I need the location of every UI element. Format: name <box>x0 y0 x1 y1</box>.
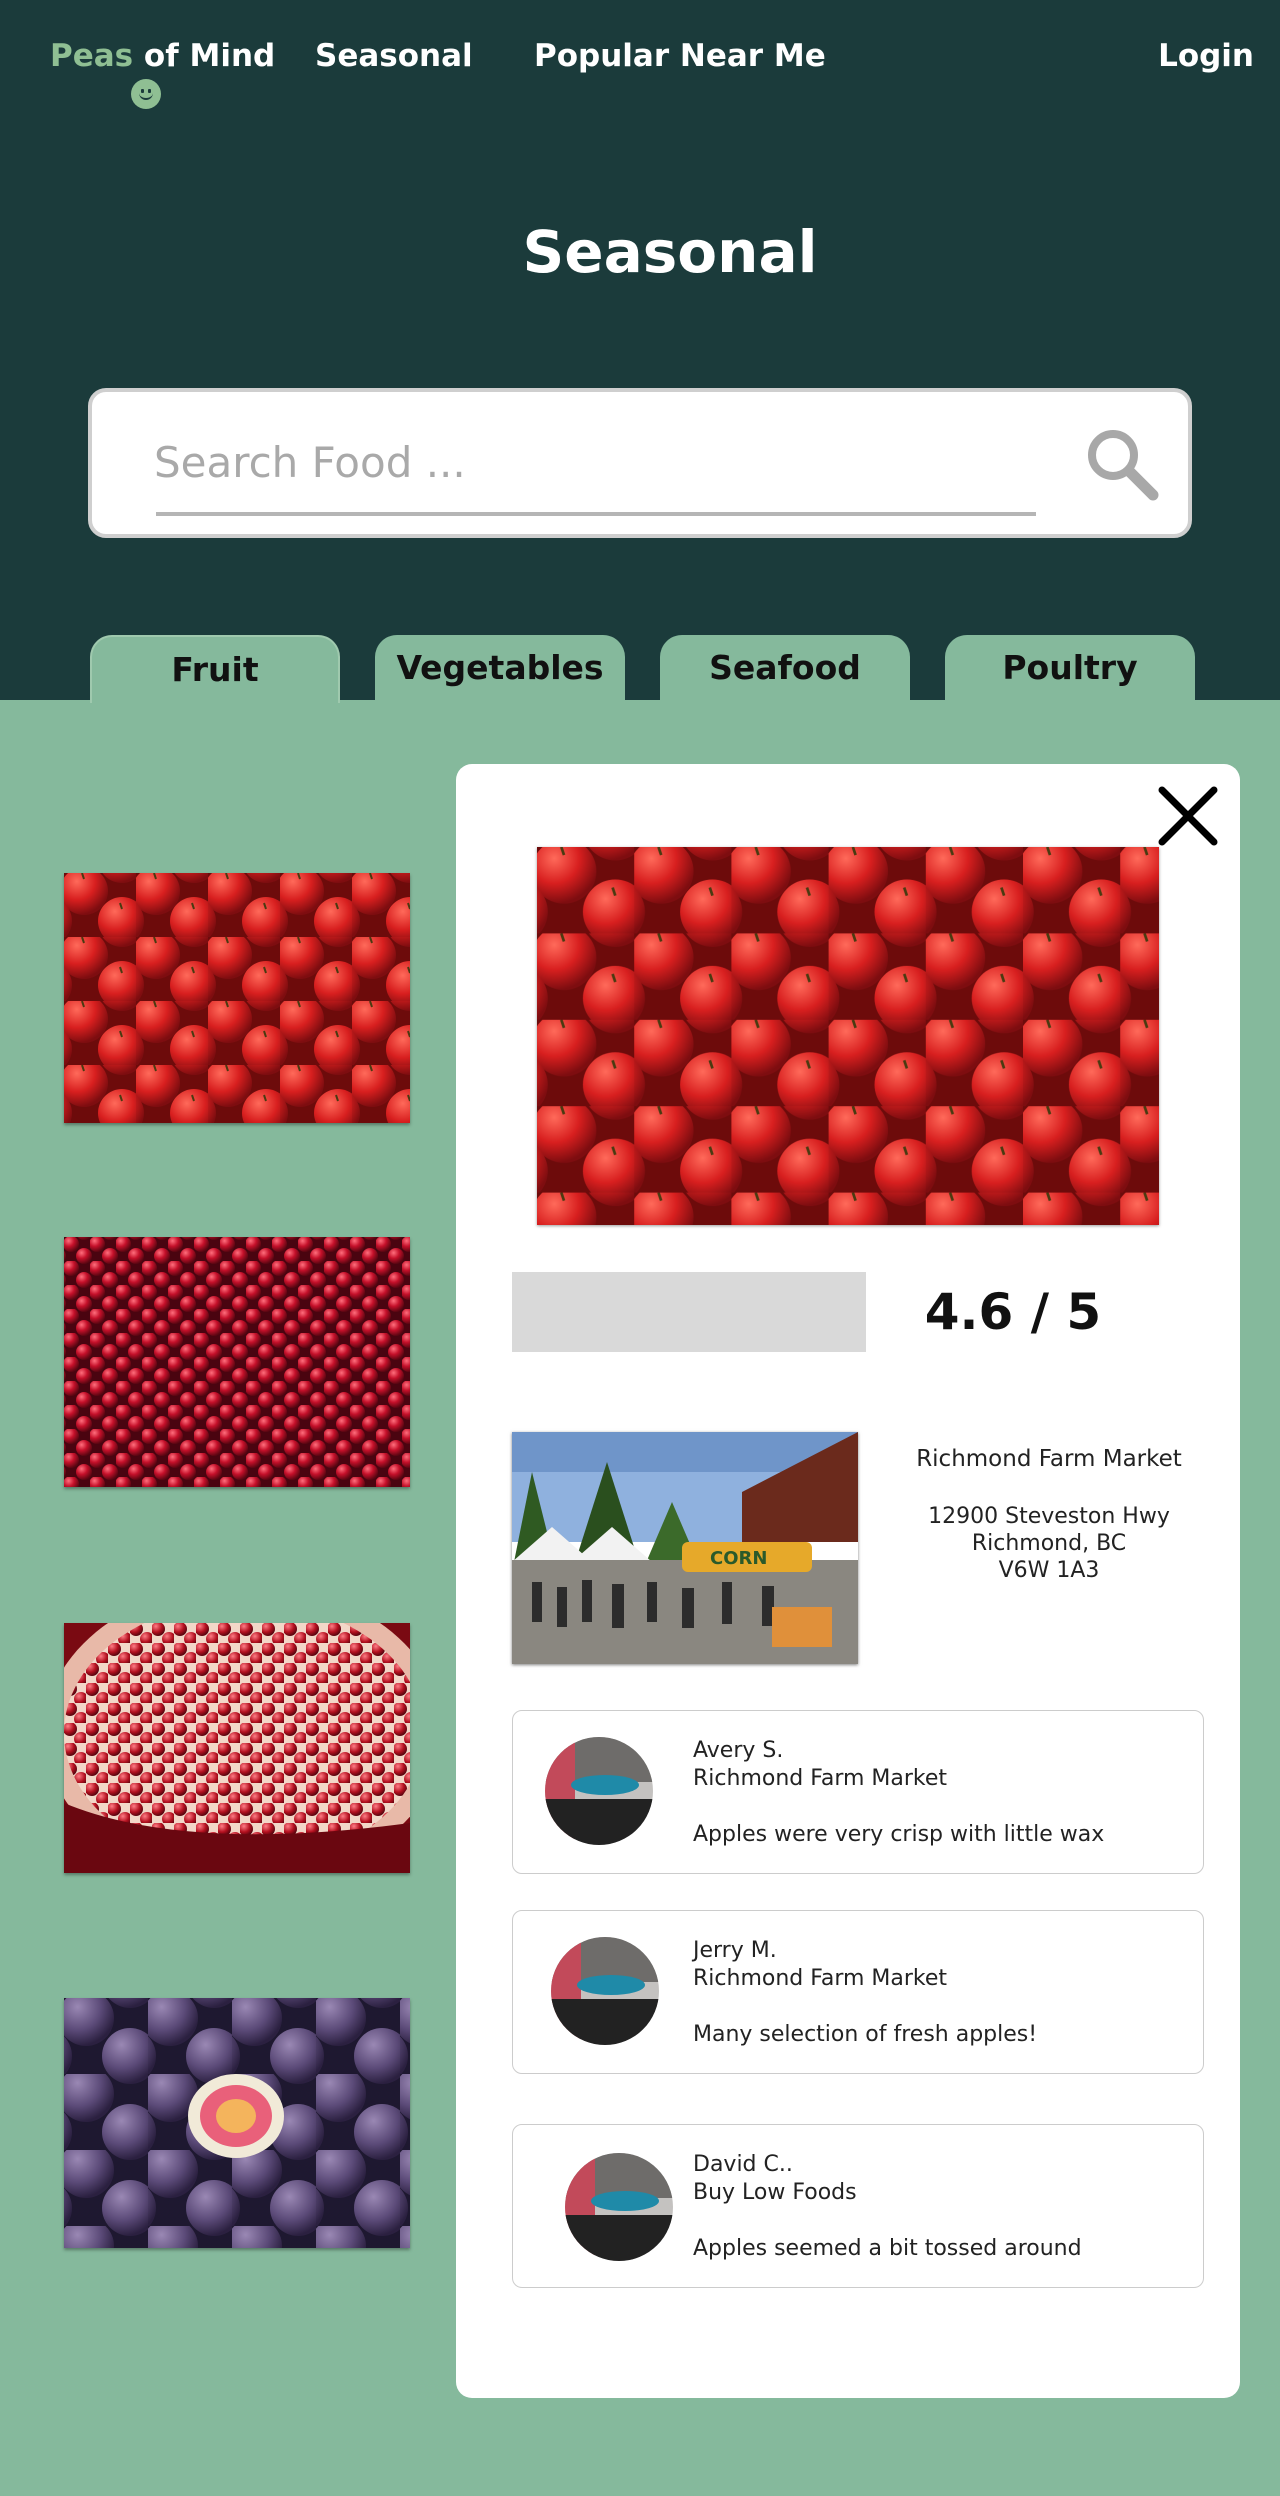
user-photo-icon <box>551 1937 659 2045</box>
review-card: Avery S. Richmond Farm Market Apples wer… <box>512 1710 1204 1874</box>
user-photo-icon <box>545 1737 653 1845</box>
market-address-line1: 12900 Steveston Hwy <box>928 1504 1170 1529</box>
product-cranberries[interactable] <box>64 1237 410 1487</box>
review-comment: Many selection of fresh apples! <box>693 2022 1038 2047</box>
search-underline <box>156 512 1036 516</box>
user-photo-icon <box>565 2153 673 2261</box>
tab-seafood[interactable]: Seafood <box>660 635 910 703</box>
product-detail-modal: 4.6 / 5 CORN Richmond Farm Market 12900 … <box>456 764 1240 2398</box>
review-author: Jerry M. <box>693 1938 777 1963</box>
review-card: David C.. Buy Low Foods Apples seemed a … <box>512 2124 1204 2288</box>
review-card: Jerry M. Richmond Farm Market Many selec… <box>512 1910 1204 2074</box>
review-comment: Apples seemed a bit tossed around <box>693 2236 1082 2261</box>
review-store: Richmond Farm Market <box>693 1766 948 1791</box>
page-title: Seasonal <box>522 218 818 286</box>
avatar <box>565 2153 673 2261</box>
market-photo: CORN <box>512 1432 858 1664</box>
market-name[interactable]: Richmond Farm Market <box>874 1446 1224 1473</box>
market-address-line3: V6W 1A3 <box>998 1558 1100 1583</box>
tab-fruit[interactable]: Fruit <box>90 635 340 703</box>
review-store: Buy Low Foods <box>693 2180 857 2205</box>
site-logo[interactable]: Peas of Mind <box>50 38 275 74</box>
rating-value: 4.6 / 5 <box>924 1283 1102 1341</box>
logo-text-of-mind: of Mind <box>133 38 276 74</box>
tab-vegetables[interactable]: Vegetables <box>375 635 625 703</box>
product-pomegranate[interactable] <box>64 1623 410 1873</box>
market-icon: CORN <box>512 1432 858 1664</box>
site-header: Peas of Mind Seasonal Popular Near Me Lo… <box>0 0 1280 703</box>
market-info: Richmond Farm Market 12900 Steveston Hwy… <box>874 1446 1224 1584</box>
avatar <box>551 1937 659 2045</box>
avatar <box>545 1737 653 1845</box>
review-store: Richmond Farm Market <box>693 1966 948 1991</box>
market-address-line2: Richmond, BC <box>971 1531 1127 1556</box>
rating-bar <box>512 1272 866 1352</box>
review-author: David C.. <box>693 2152 793 2177</box>
product-hero-image <box>537 847 1159 1225</box>
review-text: Avery S. Richmond Farm Market Apples wer… <box>693 1737 1104 1849</box>
review-comment: Apples were very crisp with little wax <box>693 1822 1105 1847</box>
review-text: David C.. Buy Low Foods Apples seemed a … <box>693 2151 1082 2263</box>
search-bar <box>88 388 1192 538</box>
pomegranate-icon <box>64 1623 410 1873</box>
search-input[interactable] <box>154 432 1034 492</box>
product-figs[interactable] <box>64 1998 410 2248</box>
close-icon[interactable] <box>1156 784 1220 848</box>
login-link[interactable]: Login <box>1158 38 1254 74</box>
cranberries-icon <box>64 1237 410 1487</box>
logo-text-peas: Peas <box>50 38 134 74</box>
smiley-icon <box>131 79 161 109</box>
tab-poultry[interactable]: Poultry <box>945 635 1195 703</box>
figs-icon <box>64 1998 410 2248</box>
search-icon[interactable] <box>1082 424 1162 504</box>
review-author: Avery S. <box>693 1738 784 1763</box>
nav-link-popular-near-me[interactable]: Popular Near Me <box>534 38 826 74</box>
nav-link-seasonal[interactable]: Seasonal <box>315 38 473 74</box>
apples-icon <box>64 873 410 1123</box>
product-apples[interactable] <box>64 873 410 1123</box>
apples-icon <box>537 847 1159 1225</box>
review-text: Jerry M. Richmond Farm Market Many selec… <box>693 1937 1037 2049</box>
svg-text:CORN: CORN <box>710 1548 767 1569</box>
